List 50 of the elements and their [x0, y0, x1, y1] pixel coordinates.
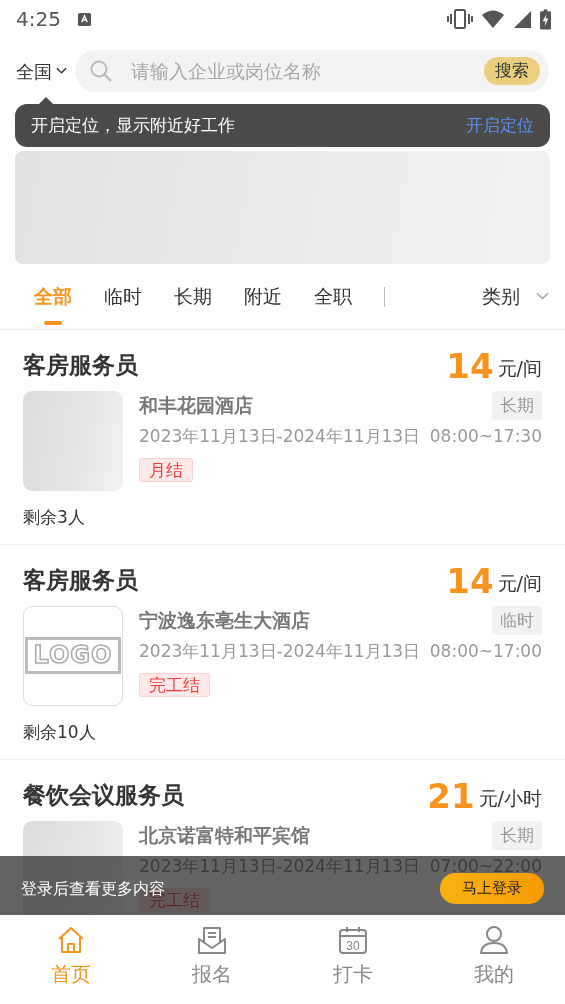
wifi-icon	[481, 9, 505, 29]
remaining-count: 剩余10人	[23, 720, 97, 744]
tooltip-text: 开启定位，显示附近好工作	[31, 113, 235, 137]
job-title: 客房服务员	[23, 566, 138, 595]
nav-tab[interactable]: 30 打卡	[282, 915, 424, 1004]
job-title: 客房服务员	[23, 351, 138, 380]
price-text: 21	[427, 778, 475, 813]
battery-icon	[540, 8, 551, 30]
term-tag: 长期	[492, 820, 542, 850]
filter-tab[interactable]: 全职	[298, 266, 368, 327]
company-name: 北京诺富特和平宾馆	[139, 823, 310, 848]
filter-tab[interactable]: 附近	[228, 266, 298, 327]
price-text: 14	[446, 563, 494, 598]
search-icon	[89, 59, 113, 83]
search-field[interactable]: 请输入企业或岗位名称 搜索	[75, 50, 549, 92]
date-range: 2023年11月13日-2024年11月13日	[139, 425, 421, 448]
region-dropdown[interactable]: 全国	[16, 57, 67, 85]
term-tag: 长期	[492, 390, 542, 420]
keyboard-icon	[76, 11, 92, 27]
work-hours: 08:00~17:30	[429, 425, 542, 448]
login-button[interactable]: 马上登录	[440, 873, 544, 904]
price-text: 14	[446, 348, 494, 383]
job-card[interactable]: 客房服务员 14 元/间 LOGO 宁波逸东亳生大酒店 临时 2023年11月13日-2024年11月13日 08:00~17:00 完工结 剩余10人	[0, 545, 565, 760]
signal-icon	[513, 9, 532, 29]
payment-tag: 完工结	[139, 672, 210, 697]
chevron-down-icon	[56, 67, 67, 75]
job-title: 餐饮会议服务员	[23, 781, 184, 810]
envelope-icon	[196, 925, 227, 955]
payment-tag: 月结	[139, 457, 193, 482]
company-name: 宁波逸东亳生大酒店	[139, 608, 310, 633]
filter-tab[interactable]: 临时	[88, 266, 158, 327]
work-hours: 08:00~17:00	[429, 640, 542, 663]
nav-tab[interactable]: 我的	[423, 915, 565, 1004]
clock-text: 4:25	[16, 6, 61, 33]
filter-tab[interactable]: 长期	[158, 266, 228, 327]
person-icon	[479, 925, 510, 955]
job-card[interactable]: 客房服务员 14 元/间 和丰花园酒店 长期 2023年11月13日-2024年11月13日 08:00~17:30 月结 剩余3人	[0, 330, 565, 545]
price-unit: 元/间	[497, 571, 542, 596]
vibrate-icon	[447, 9, 473, 29]
date-range: 2023年11月13日-2024年11月13日	[139, 640, 421, 663]
logo-text: LOGO	[24, 637, 122, 674]
remaining-count: 剩余3人	[23, 505, 86, 529]
price-unit: 元/小时	[478, 786, 542, 811]
category-dropdown[interactable]: 类别	[482, 282, 549, 311]
nav-tab[interactable]: 报名	[141, 915, 283, 1004]
search-button[interactable]: 搜索	[484, 57, 540, 85]
price-unit: 元/间	[497, 356, 542, 381]
term-tag: 临时	[492, 605, 542, 635]
chevron-down-icon	[536, 292, 549, 301]
company-name: 和丰花园酒店	[139, 393, 253, 418]
